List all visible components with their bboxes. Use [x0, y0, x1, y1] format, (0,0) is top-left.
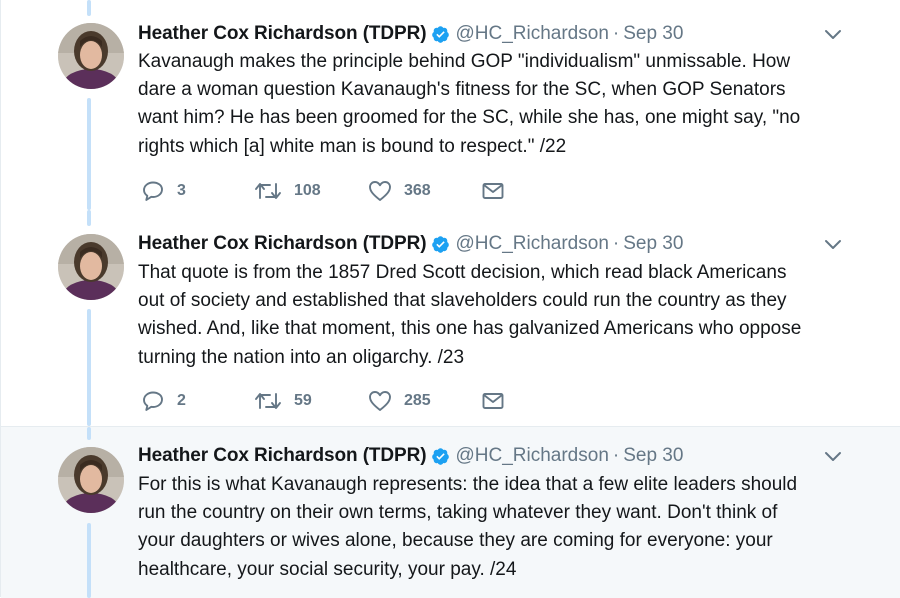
- mail-icon: [482, 183, 504, 199]
- tweet-timestamp[interactable]: Sep 30: [623, 445, 683, 467]
- author-handle[interactable]: @HC_Richardson: [455, 445, 608, 467]
- verified-badge-icon: [432, 447, 450, 465]
- author-name[interactable]: Heather Cox Richardson (TDPR): [138, 23, 427, 45]
- thread-line: [87, 427, 91, 440]
- direct-message-button[interactable]: [481, 178, 505, 204]
- tweet-text-line: out of society and established that slav…: [138, 290, 787, 312]
- tweet-text-line: That quote is from the 1857 Dred Scott d…: [138, 262, 787, 283]
- thread-line-top: [87, 0, 91, 16]
- reply-button[interactable]: 3: [141, 178, 186, 204]
- chevron-down-icon[interactable]: [823, 28, 843, 42]
- chevron-down-icon[interactable]: [823, 450, 843, 464]
- tweet-timestamp[interactable]: Sep 30: [623, 233, 683, 255]
- tweet-text-line: wished. And, like that moment, this one …: [138, 318, 802, 340]
- tweet-22[interactable]: Heather Cox Richardson (TDPR) @HC_Richar…: [1, 0, 900, 210]
- tweet-text-line: want him? He has been groomed for the SC…: [138, 107, 801, 129]
- heart-icon: [369, 391, 391, 411]
- reply-icon: [143, 391, 163, 411]
- tweet-text-line: dare a woman question Kavanaugh's fitnes…: [138, 79, 786, 101]
- tweet-text-line: healthcare, your social security, your p…: [138, 558, 517, 580]
- reply-icon: [143, 181, 163, 201]
- tweet-text-line: turning the nation into an oligarchy. /2…: [138, 346, 465, 368]
- tweet-text-line: Kavanaugh makes the principle behind GOP…: [138, 51, 791, 72]
- thread-line: [87, 210, 91, 226]
- like-count: 368: [404, 182, 431, 199]
- author-name[interactable]: Heather Cox Richardson (TDPR): [138, 233, 427, 255]
- verified-badge-icon: [432, 235, 450, 253]
- tweet-24[interactable]: Heather Cox Richardson (TDPR) @HC_Richar…: [1, 426, 900, 598]
- retweet-count: 108: [294, 182, 321, 199]
- avatar[interactable]: [58, 234, 124, 300]
- separator-dot: ·: [612, 445, 620, 466]
- mail-icon: [482, 393, 504, 409]
- tweet-text-line: your daughters or wives alone, because t…: [138, 530, 773, 552]
- tweet-text-line: rights which [a] white man is bound to r…: [138, 135, 567, 157]
- tweet-text-line: run the country on their own terms, taki…: [138, 502, 778, 524]
- tweet-text: Kavanaugh makes the principle behind GOP…: [138, 48, 858, 161]
- tweet-header: Heather Cox Richardson (TDPR) @HC_Richar…: [138, 444, 683, 468]
- author-handle[interactable]: @HC_Richardson: [455, 233, 608, 255]
- retweet-button[interactable]: 59: [254, 388, 312, 414]
- avatar[interactable]: [58, 23, 124, 89]
- retweet-icon: [255, 183, 281, 199]
- thread-line: [87, 523, 91, 598]
- thread-line: [87, 309, 91, 426]
- separator-dot: ·: [612, 23, 620, 44]
- verified-badge-icon: [432, 25, 450, 43]
- tweet-23[interactable]: Heather Cox Richardson (TDPR) @HC_Richar…: [1, 210, 900, 426]
- thread-line: [87, 98, 91, 210]
- tweet-header: Heather Cox Richardson (TDPR) @HC_Richar…: [138, 232, 683, 256]
- avatar[interactable]: [58, 447, 124, 513]
- chevron-down-icon[interactable]: [823, 238, 843, 252]
- tweet-text-line: For this is what Kavanaugh represents: t…: [138, 474, 798, 495]
- retweet-button[interactable]: 108: [254, 178, 321, 204]
- tweet-header: Heather Cox Richardson (TDPR) @HC_Richar…: [138, 22, 683, 46]
- separator-dot: ·: [612, 233, 620, 254]
- heart-icon: [369, 181, 391, 201]
- like-count: 285: [404, 392, 431, 409]
- retweet-count: 59: [294, 392, 312, 409]
- author-handle[interactable]: @HC_Richardson: [455, 23, 608, 45]
- retweet-icon: [255, 393, 281, 409]
- author-name[interactable]: Heather Cox Richardson (TDPR): [138, 445, 427, 467]
- reply-button[interactable]: 2: [141, 388, 186, 414]
- tweet-text: That quote is from the 1857 Dred Scott d…: [138, 259, 858, 372]
- tweet-timestamp[interactable]: Sep 30: [623, 23, 683, 45]
- reply-count: 2: [177, 392, 186, 409]
- reply-count: 3: [177, 182, 186, 199]
- like-button[interactable]: 368: [368, 178, 431, 204]
- tweet-text: For this is what Kavanaugh represents: t…: [138, 471, 858, 584]
- like-button[interactable]: 285: [368, 388, 431, 414]
- direct-message-button[interactable]: [481, 388, 505, 414]
